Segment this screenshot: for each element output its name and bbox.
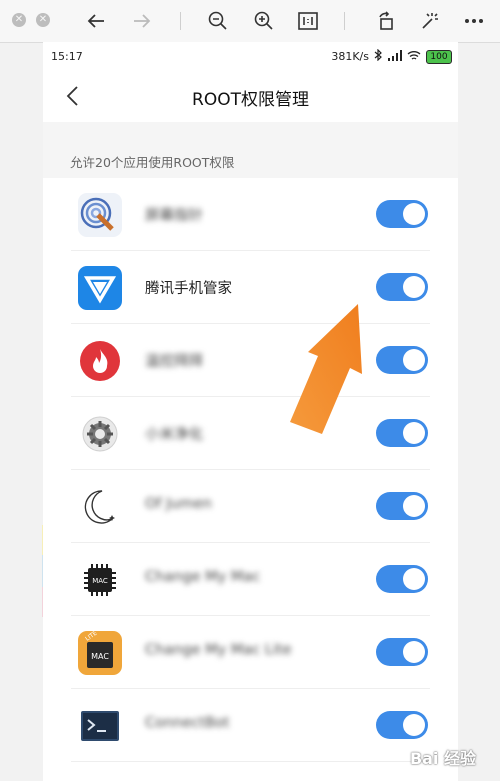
network-speed: 381K/s xyxy=(331,50,369,63)
battery-indicator: 100 xyxy=(426,49,452,64)
bluetooth-icon xyxy=(374,48,383,64)
app-list: 屏幕指针 腾讯手机管家 温控拜拜 小米净化 Of Jumen MAC Chang… xyxy=(43,178,458,762)
section-header: 允许20个应用使用ROOT权限 xyxy=(43,122,458,178)
title-bar: ROOT权限管理 xyxy=(43,70,458,123)
rotate-icon[interactable] xyxy=(374,9,398,33)
magic-wand-icon[interactable] xyxy=(418,9,442,33)
phone-screen: 15:17 381K/s 100 ROOT权限管理 允许20个应用使用ROOT权… xyxy=(43,42,458,781)
svg-text:LITE: LITE xyxy=(84,631,98,643)
root-permission-toggle[interactable] xyxy=(376,419,428,447)
root-permission-toggle[interactable] xyxy=(376,200,428,228)
zoom-out-icon[interactable] xyxy=(206,9,230,33)
root-permission-toggle[interactable] xyxy=(376,273,428,301)
radar-pointer-icon xyxy=(78,193,122,237)
root-permission-toggle[interactable] xyxy=(376,492,428,520)
tencent-shield-icon xyxy=(78,266,122,310)
cancel-circle-icon[interactable]: ✕ xyxy=(36,13,50,27)
wifi-icon xyxy=(407,50,421,64)
app-name: 屏幕指针 xyxy=(145,208,203,224)
toggle-knob xyxy=(403,714,425,736)
list-item: 温控拜拜 xyxy=(43,324,458,397)
app-name: 小米净化 xyxy=(145,427,203,443)
section-label: 允许20个应用使用ROOT权限 xyxy=(70,155,235,170)
status-icons: 381K/s 100 xyxy=(331,48,452,64)
root-permission-toggle[interactable] xyxy=(376,711,428,739)
root-permission-toggle[interactable] xyxy=(376,346,428,374)
toggle-knob xyxy=(403,276,425,298)
status-time: 15:17 xyxy=(51,50,83,63)
toggle-knob xyxy=(403,568,425,590)
app-name: Change My Mac Lite xyxy=(145,642,292,658)
forward-arrow-icon[interactable] xyxy=(130,9,154,33)
row-divider xyxy=(71,761,430,762)
terminal-icon xyxy=(78,704,122,748)
toggle-knob xyxy=(403,203,425,225)
page-title: ROOT权限管理 xyxy=(192,90,309,110)
list-item: ConnectBot xyxy=(43,689,458,762)
svg-text:MAC: MAC xyxy=(92,577,108,585)
list-item: MAC Change My Mac xyxy=(43,543,458,616)
back-arrow-icon[interactable] xyxy=(84,9,108,33)
app-name: Change My Mac xyxy=(145,569,261,585)
app-name: 温控拜拜 xyxy=(145,354,203,370)
list-item: Of Jumen xyxy=(43,470,458,543)
root-permission-toggle[interactable] xyxy=(376,565,428,593)
close-circle-icon[interactable]: ✕ xyxy=(12,13,26,27)
image-viewer-toolbar: ✕ ✕ xyxy=(0,0,500,43)
mac-lite-icon: MAC LITE xyxy=(78,631,122,675)
toolbar-divider xyxy=(180,12,181,30)
moon-icon xyxy=(78,485,122,529)
actual-size-icon[interactable] xyxy=(296,9,320,33)
app-name: ConnectBot xyxy=(145,715,230,731)
root-permission-toggle[interactable] xyxy=(376,638,428,666)
toggle-knob xyxy=(403,641,425,663)
toggle-knob xyxy=(403,495,425,517)
list-item: 腾讯手机管家 xyxy=(43,251,458,324)
watermark: Bai 经验 xyxy=(409,749,476,768)
toolbar-divider xyxy=(344,12,345,30)
list-item: 屏幕指针 xyxy=(43,178,458,251)
mac-chip-icon: MAC xyxy=(78,558,122,602)
zoom-in-icon[interactable] xyxy=(252,9,276,33)
more-icon[interactable] xyxy=(462,9,486,33)
gear-icon xyxy=(78,412,122,456)
app-name: 腾讯手机管家 xyxy=(145,281,232,297)
signal-icon xyxy=(388,49,402,64)
status-bar: 15:17 381K/s 100 xyxy=(43,42,458,70)
svg-text:MAC: MAC xyxy=(91,652,109,661)
app-name: Of Jumen xyxy=(145,496,212,512)
flame-icon xyxy=(78,339,122,383)
list-item: 小米净化 xyxy=(43,397,458,470)
list-item: MAC LITE Change My Mac Lite xyxy=(43,616,458,689)
toggle-knob xyxy=(403,349,425,371)
toggle-knob xyxy=(403,422,425,444)
